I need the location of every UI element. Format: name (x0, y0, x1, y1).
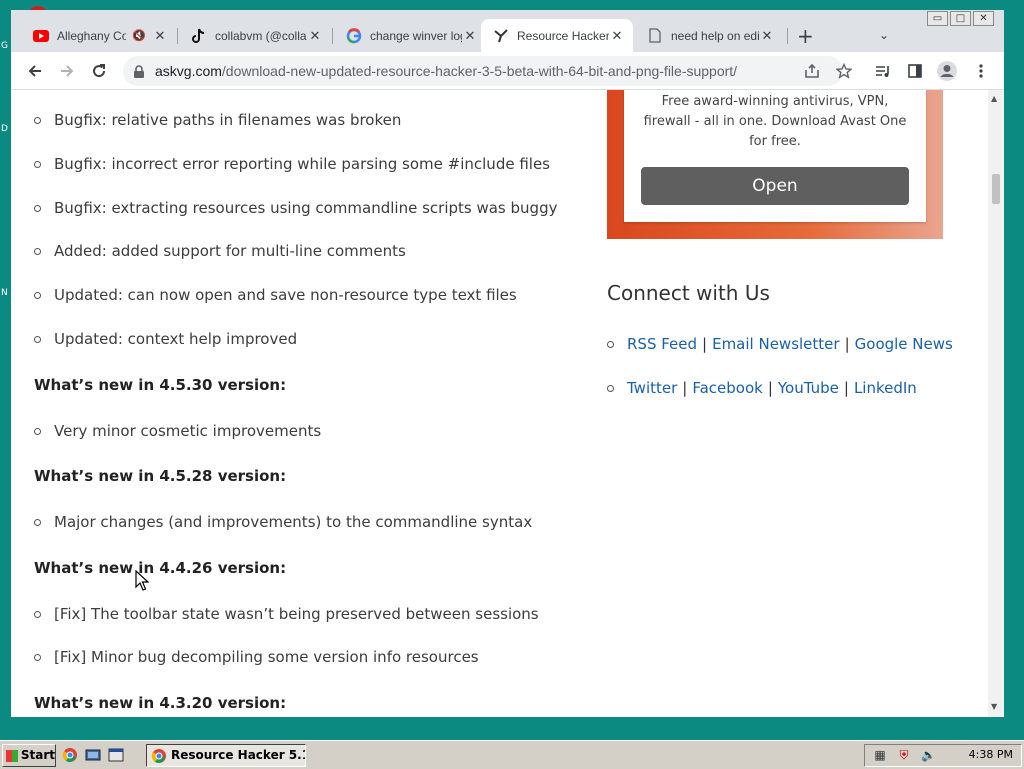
connect-heading: Connect with Us (607, 281, 770, 305)
desktop-icon-label-fragment: N (1, 288, 8, 298)
version-heading: What’s new in 4.4.26 version: (34, 559, 287, 577)
url-path: /download-new-updated-resource-hacker-3-… (221, 63, 738, 79)
system-tray: ▦ ⛨ 🔈 4:38 PM (864, 744, 1022, 767)
close-tab-icon[interactable]: ✕ (307, 28, 323, 44)
reload-icon[interactable] (88, 60, 110, 82)
new-tab-button[interactable]: + (797, 26, 814, 46)
list-item: Bugfix: extracting resources using comma… (34, 199, 557, 217)
page-content: Bugfix: relative paths in filenames was … (11, 90, 988, 717)
url-host: askvg.com (155, 63, 222, 79)
avast-advertisement[interactable]: Free award-winning antivirus, VPN, firew… (607, 90, 943, 239)
network-icon[interactable]: ▦ (873, 748, 887, 762)
url-text[interactable]: askvg.com/download-new-updated-resource-… (155, 63, 737, 79)
tab-divider (177, 28, 178, 44)
tab-divider (787, 28, 788, 44)
address-bar[interactable]: askvg.com/download-new-updated-resource-… (123, 56, 843, 86)
scrollbar-thumb[interactable] (992, 174, 1000, 204)
browser-window: ▭ □ ✕ Alleghany Co 🔇 ✕ collabvm (@collab… (11, 10, 1004, 717)
list-item: [Fix] The toolbar state wasn’t being pre… (34, 605, 539, 623)
profile-avatar-icon[interactable] (936, 60, 958, 82)
tab-title: Alleghany Co (57, 28, 127, 43)
taskbar-resource-hacker-button[interactable]: Resource Hacker 5.1.... (146, 744, 306, 767)
linkedin-link[interactable]: LinkedIn (854, 379, 917, 397)
vertical-scrollbar[interactable]: ▲ ▼ (988, 90, 1004, 717)
close-tab-icon[interactable]: ✕ (759, 28, 775, 44)
resource-hacker-icon (493, 28, 509, 44)
minimize-button[interactable]: ▭ (927, 11, 948, 26)
twitter-link[interactable]: Twitter (627, 379, 677, 397)
version-heading: What’s new in 4.3.20 version: (34, 694, 287, 712)
youtube-link[interactable]: YouTube (778, 379, 839, 397)
bookmark-star-icon[interactable] (833, 60, 855, 82)
scroll-up-arrow-icon[interactable]: ▲ (991, 94, 997, 103)
desktop-icon-label-fragment: D (1, 124, 8, 134)
tab-change-winver[interactable]: change winver log ✕ (334, 19, 486, 52)
clock[interactable]: 4:38 PM (969, 748, 1013, 761)
chrome-icon (151, 748, 166, 763)
list-item: Updated: can now open and save non-resou… (34, 286, 517, 304)
version-heading: What’s new in 4.5.28 version: (34, 467, 287, 485)
menu-kebab-icon[interactable] (970, 60, 992, 82)
list-item: Bugfix: relative paths in filenames was … (34, 111, 401, 129)
google-news-link[interactable]: Google News (855, 335, 953, 353)
list-item: [Fix] Minor bug decompiling some version… (34, 648, 479, 666)
rss-feed-link[interactable]: RSS Feed (627, 335, 697, 353)
browser-toolbar: askvg.com/download-new-updated-resource-… (11, 52, 1004, 90)
tab-title: collabvm (@collab (215, 28, 307, 43)
ad-open-button[interactable]: Open (641, 167, 909, 205)
close-window-button[interactable]: ✕ (973, 11, 994, 26)
desktop-icon-label-fragment: G (1, 41, 8, 51)
tiktok-icon (191, 28, 207, 44)
windows-flag-icon (6, 749, 18, 762)
mouse-cursor-icon (135, 570, 149, 591)
security-alert-icon[interactable]: ⛨ (897, 748, 911, 762)
desktop-edge: G D N (0, 0, 11, 740)
social-links-row: RSS Feed | Email Newsletter | Google News (607, 335, 953, 353)
ad-text: Free award-winning antivirus, VPN, firew… (643, 94, 907, 149)
tab-collabvm[interactable]: collabvm (@collab ✕ (179, 19, 331, 52)
youtube-icon (33, 28, 49, 44)
email-newsletter-link[interactable]: Email Newsletter (712, 335, 839, 353)
page-icon (647, 28, 663, 44)
back-arrow-icon[interactable] (24, 60, 46, 82)
close-tab-icon[interactable]: ✕ (462, 28, 478, 44)
lock-icon[interactable] (133, 64, 145, 83)
list-item: Bugfix: incorrect error reporting while … (34, 155, 550, 173)
version-heading: What’s new in 4.5.30 version: (34, 376, 287, 394)
ad-card: Free award-winning antivirus, VPN, firew… (624, 90, 926, 222)
volume-icon[interactable]: 🔈 (921, 748, 936, 762)
window-controls: ▭ □ ✕ (927, 11, 994, 26)
side-panel-icon[interactable] (904, 60, 926, 82)
explorer-quicklaunch-icon[interactable] (108, 747, 124, 763)
tab-title: change winver log (370, 28, 462, 43)
media-control-icon[interactable] (872, 60, 894, 82)
tab-title: need help on edit (671, 28, 759, 43)
desktop-quicklaunch-icon[interactable] (85, 747, 101, 763)
list-item: Added: added support for multi-line comm… (34, 242, 406, 260)
list-item: Very minor cosmetic improvements (34, 422, 321, 440)
list-item: Major changes (and improvements) to the … (34, 513, 532, 531)
share-icon[interactable] (801, 60, 823, 82)
list-item: Updated: context help improved (34, 330, 297, 348)
start-button[interactable]: Start (2, 744, 56, 767)
tab-search-chevron-down-icon[interactable]: ⌄ (879, 28, 889, 42)
social-links-row: Twitter | Facebook | YouTube | LinkedIn (607, 379, 917, 397)
scroll-down-arrow-icon[interactable]: ▼ (991, 702, 997, 711)
maximize-button[interactable]: □ (950, 11, 971, 26)
tab-strip: ▭ □ ✕ Alleghany Co 🔇 ✕ collabvm (@collab… (11, 10, 1004, 52)
tab-title: Resource Hacker (517, 28, 609, 43)
tab-resource-hacker[interactable]: Resource Hacker ✕ (481, 19, 633, 52)
close-tab-icon[interactable]: ✕ (609, 28, 625, 44)
tab-divider (332, 28, 333, 44)
mute-icon[interactable]: 🔇 (132, 29, 146, 42)
tab-alleghany[interactable]: Alleghany Co 🔇 ✕ (21, 19, 176, 52)
close-tab-icon[interactable]: ✕ (152, 28, 168, 44)
forward-arrow-icon[interactable] (56, 60, 78, 82)
taskbar: Start Resource Hacker 5.1.... ▦ ⛨ 🔈 4:38… (0, 740, 1024, 769)
chrome-quicklaunch-icon[interactable] (62, 747, 78, 763)
facebook-link[interactable]: Facebook (692, 379, 762, 397)
tab-need-help[interactable]: need help on edit ✕ (635, 19, 783, 52)
google-icon (346, 27, 362, 44)
